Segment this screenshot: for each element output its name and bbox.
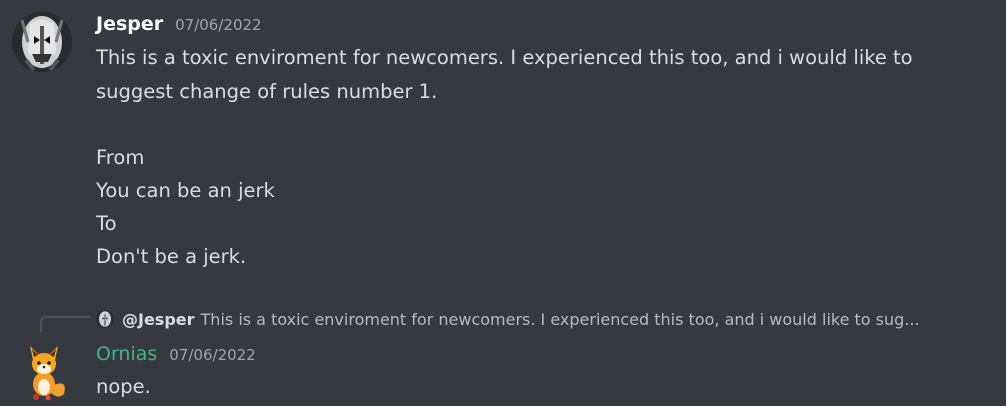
message-line: suggest change of rules number 1. (96, 80, 438, 103)
reply-preview-text: This is a toxic enviroment for newcomers… (200, 309, 920, 329)
message-line: From (96, 146, 145, 169)
user-avatar-ornias[interactable] (22, 342, 72, 402)
reply-username[interactable]: @Jesper (122, 310, 195, 329)
fox-avatar-icon (30, 346, 65, 401)
reply-reference[interactable]: @Jesper This is a toxic enviroment for n… (96, 307, 920, 331)
username[interactable]: Jesper (96, 13, 163, 35)
skull-mask-avatar-icon (12, 12, 72, 72)
timestamp: 07/06/2022 (169, 346, 256, 364)
message-line: To (96, 212, 117, 235)
reply-avatar (96, 310, 114, 328)
username[interactable]: Ornias (96, 343, 157, 365)
message-ornias: Ornias 07/06/2022 nope. (0, 336, 1006, 406)
timestamp: 07/06/2022 (175, 16, 262, 34)
user-avatar-jesper[interactable] (12, 12, 72, 72)
message-line: This is a toxic enviroment for newcomers… (96, 46, 913, 69)
message-header: Jesper 07/06/2022 (96, 13, 262, 35)
message-header: Ornias 07/06/2022 (96, 343, 256, 365)
message-line: You can be an jerk (96, 179, 275, 202)
message-jesper: Jesper 07/06/2022 This is a toxic enviro… (0, 0, 1006, 290)
skull-mask-avatar-icon (96, 310, 114, 328)
message-line: Don't be a jerk. (96, 245, 247, 268)
reply-connector (40, 316, 90, 332)
message-line: nope. (96, 375, 151, 398)
